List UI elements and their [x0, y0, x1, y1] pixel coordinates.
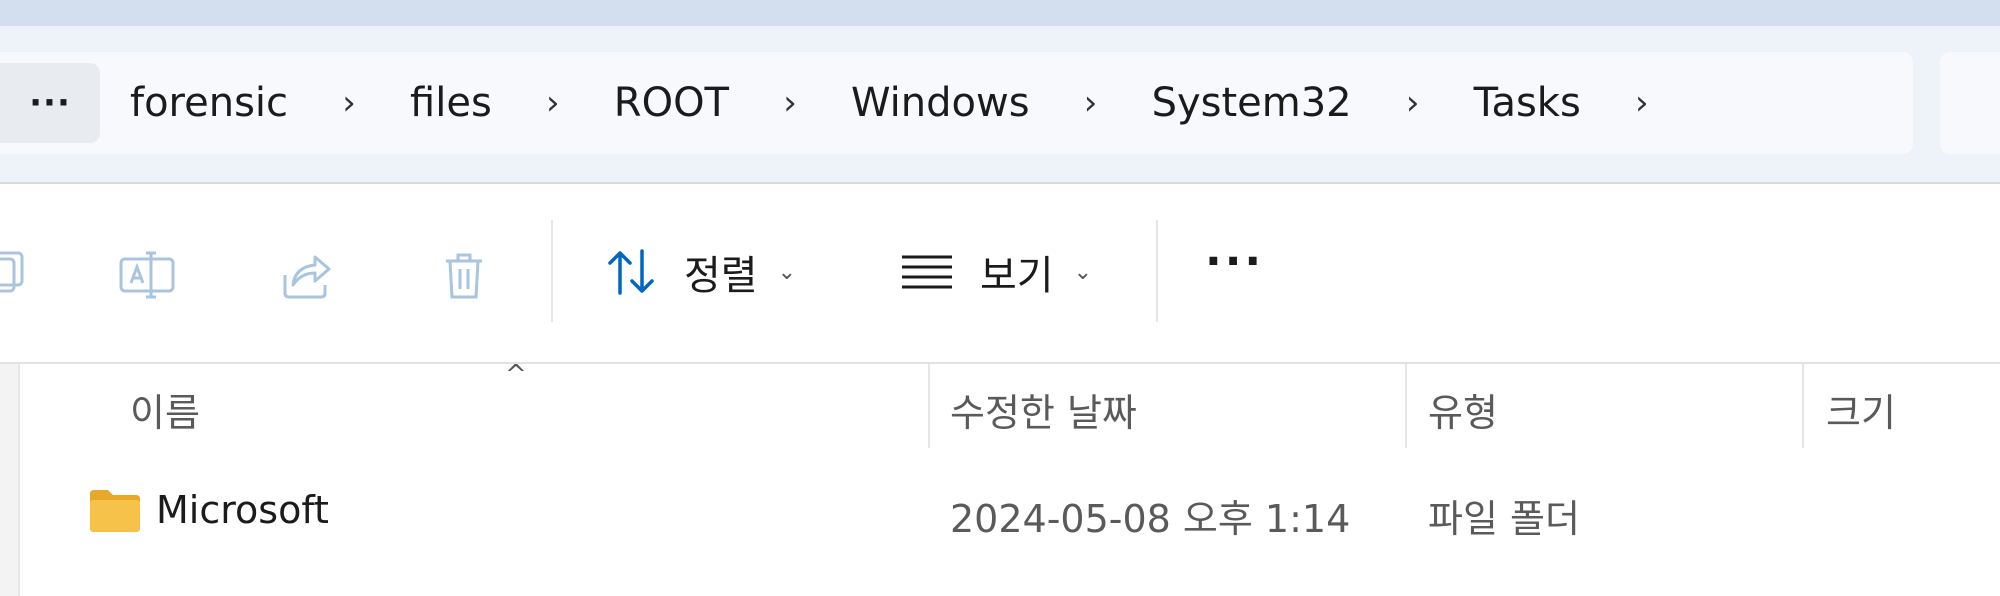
search-input[interactable] [1940, 52, 2000, 154]
sort-button[interactable]: 정렬 ⌄ [602, 232, 796, 312]
column-header-size[interactable]: 크기 [1826, 382, 1896, 437]
breadcrumb-chevron-icon[interactable]: › [1068, 83, 1114, 123]
file-name: Microsoft [156, 488, 329, 532]
breadcrumb-chevron-icon[interactable]: › [530, 83, 576, 123]
breadcrumb-files[interactable]: files [410, 80, 492, 126]
share-icon[interactable] [277, 245, 337, 305]
chevron-down-icon: ⌄ [1073, 259, 1093, 285]
window-top-strip [0, 0, 2000, 26]
more-crumbs-button[interactable]: ··· [0, 63, 100, 143]
breadcrumb-forensic[interactable]: forensic [130, 80, 288, 126]
view-label: 보기 [980, 253, 1054, 299]
column-header-type[interactable]: 유형 [1428, 382, 1498, 437]
see-more-button[interactable]: ··· [1205, 236, 1264, 287]
sort-label: 정렬 [684, 253, 758, 299]
file-type: 파일 폴더 [1428, 497, 1580, 541]
toolbar-divider [551, 220, 553, 322]
breadcrumb: forensic › files › ROOT › Windows › Syst… [130, 52, 1665, 154]
view-button[interactable]: 보기 ⌄ [898, 232, 1092, 312]
copy-icon[interactable] [0, 245, 34, 305]
sort-icon [608, 249, 654, 295]
breadcrumb-chevron-icon[interactable]: › [326, 83, 372, 123]
view-list-icon [902, 255, 952, 289]
rename-icon[interactable] [117, 245, 177, 305]
toolbar-divider [1156, 220, 1158, 322]
folder-icon [90, 490, 140, 532]
file-date-modified: 2024-05-08 오후 1:14 [950, 497, 1351, 541]
breadcrumb-chevron-icon[interactable]: › [767, 83, 813, 123]
column-divider[interactable] [1405, 364, 1407, 448]
breadcrumb-windows[interactable]: Windows [851, 80, 1030, 126]
column-header-date-modified[interactable]: 수정한 날짜 [950, 382, 1137, 437]
column-divider[interactable] [1802, 364, 1804, 448]
column-divider[interactable] [928, 364, 930, 448]
breadcrumb-root[interactable]: ROOT [614, 80, 729, 126]
column-header-row: 이름 수정한 날짜 유형 크기 [0, 364, 2000, 448]
breadcrumb-chevron-icon[interactable]: › [1619, 83, 1665, 123]
delete-icon[interactable] [434, 245, 494, 305]
sort-ascending-indicator: ^ [505, 360, 527, 390]
breadcrumb-chevron-icon[interactable]: › [1390, 83, 1436, 123]
column-header-name[interactable]: 이름 [130, 382, 200, 437]
breadcrumb-tasks[interactable]: Tasks [1474, 80, 1581, 126]
chevron-down-icon: ⌄ [777, 259, 797, 285]
breadcrumb-system32[interactable]: System32 [1152, 80, 1352, 126]
table-row[interactable]: Microsoft 2024-05-08 오후 1:14 파일 폴더 [0, 470, 2000, 556]
